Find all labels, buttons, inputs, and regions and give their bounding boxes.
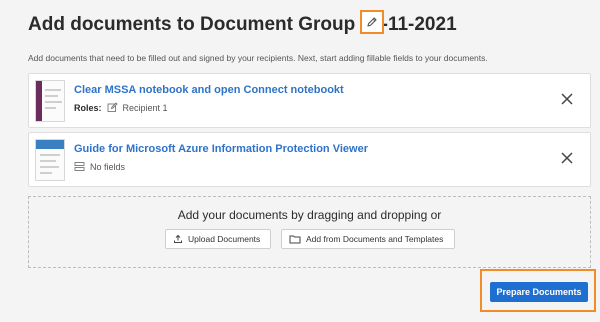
upload-icon — [174, 234, 182, 243]
page: Add documents to Document Group 30-11-20… — [0, 0, 600, 322]
thumbnail-line — [45, 89, 61, 91]
close-icon[interactable] — [560, 92, 574, 106]
document-thumbnail[interactable] — [35, 80, 65, 122]
fields-icon — [74, 162, 85, 171]
document-thumbnail[interactable] — [35, 139, 65, 181]
document-title[interactable]: Clear MSSA notebook and open Connect not… — [74, 84, 344, 96]
page-subtitle: Add documents that need to be filled out… — [28, 53, 488, 63]
upload-documents-label: Upload Documents — [188, 234, 261, 244]
document-fields: No fields — [74, 161, 125, 172]
folder-icon — [289, 235, 301, 244]
thumbnail-line — [40, 172, 52, 174]
document-card: Clear MSSA notebook and open Connect not… — [28, 73, 591, 128]
no-fields-label: No fields — [90, 161, 126, 172]
page-title: Add documents to Document Group 30-11-20… — [28, 14, 457, 35]
thumbnail-line — [45, 95, 58, 97]
thumbnail-line — [40, 154, 60, 156]
roles-label: Roles: — [74, 102, 102, 113]
add-from-templates-label: Add from Documents and Templates — [306, 234, 444, 244]
edit-title-button[interactable] — [360, 10, 384, 34]
thumbnail-line — [45, 101, 62, 103]
document-dropzone[interactable]: Add your documents by dragging and dropp… — [28, 196, 591, 268]
prepare-highlight: Prepare Documents — [480, 269, 596, 312]
recipient-label: Recipient 1 — [122, 102, 168, 113]
document-card: Guide for Microsoft Azure Information Pr… — [28, 132, 591, 187]
pencil-icon — [367, 17, 377, 27]
thumbnail-band — [36, 140, 64, 149]
document-title[interactable]: Guide for Microsoft Azure Information Pr… — [74, 143, 368, 155]
thumbnail-line — [45, 107, 56, 109]
edit-square-icon[interactable] — [107, 102, 118, 113]
thumbnail-line — [40, 160, 56, 162]
thumbnail-band — [36, 81, 42, 121]
document-roles: Roles: Recipient 1 — [74, 102, 168, 113]
upload-documents-button[interactable]: Upload Documents — [165, 229, 271, 249]
prepare-documents-button[interactable]: Prepare Documents — [490, 282, 588, 302]
close-icon[interactable] — [560, 151, 574, 165]
thumbnail-line — [40, 166, 59, 168]
add-from-templates-button[interactable]: Add from Documents and Templates — [281, 229, 455, 249]
dropzone-text: Add your documents by dragging and dropp… — [177, 208, 442, 222]
